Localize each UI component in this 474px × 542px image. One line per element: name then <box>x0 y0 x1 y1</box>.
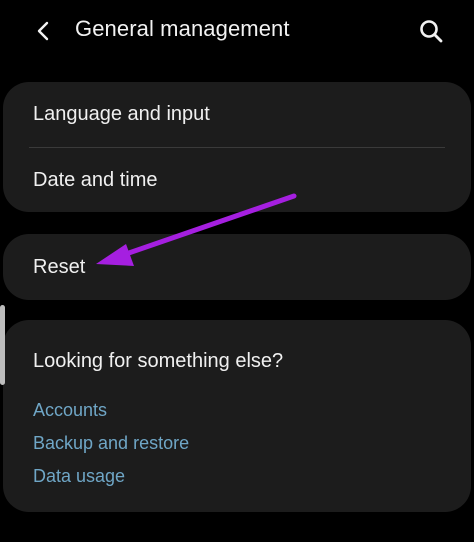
suggestions-heading: Looking for something else? <box>33 350 284 372</box>
data-usage-link[interactable]: Data usage <box>33 466 125 487</box>
top-app-bar: General management <box>0 0 474 62</box>
date-and-time-item[interactable]: Date and time <box>3 148 471 212</box>
search-button[interactable] <box>412 12 450 50</box>
scrollbar-handle[interactable] <box>0 305 5 385</box>
settings-group-card: Language and input Date and time <box>3 82 471 212</box>
back-button[interactable] <box>28 14 58 48</box>
reset-item[interactable]: Reset <box>3 234 471 300</box>
chevron-left-icon <box>37 21 49 41</box>
language-and-input-item[interactable]: Language and input <box>3 82 471 147</box>
date-and-time-label: Date and time <box>33 169 158 191</box>
backup-and-restore-link[interactable]: Backup and restore <box>33 433 189 454</box>
suggestions-card: Looking for something else? Accounts Bac… <box>3 320 471 512</box>
accounts-link[interactable]: Accounts <box>33 400 107 421</box>
language-and-input-label: Language and input <box>33 103 210 125</box>
page-title: General management <box>75 16 290 41</box>
reset-card: Reset <box>3 234 471 300</box>
reset-label: Reset <box>33 256 86 278</box>
search-icon <box>420 20 443 43</box>
